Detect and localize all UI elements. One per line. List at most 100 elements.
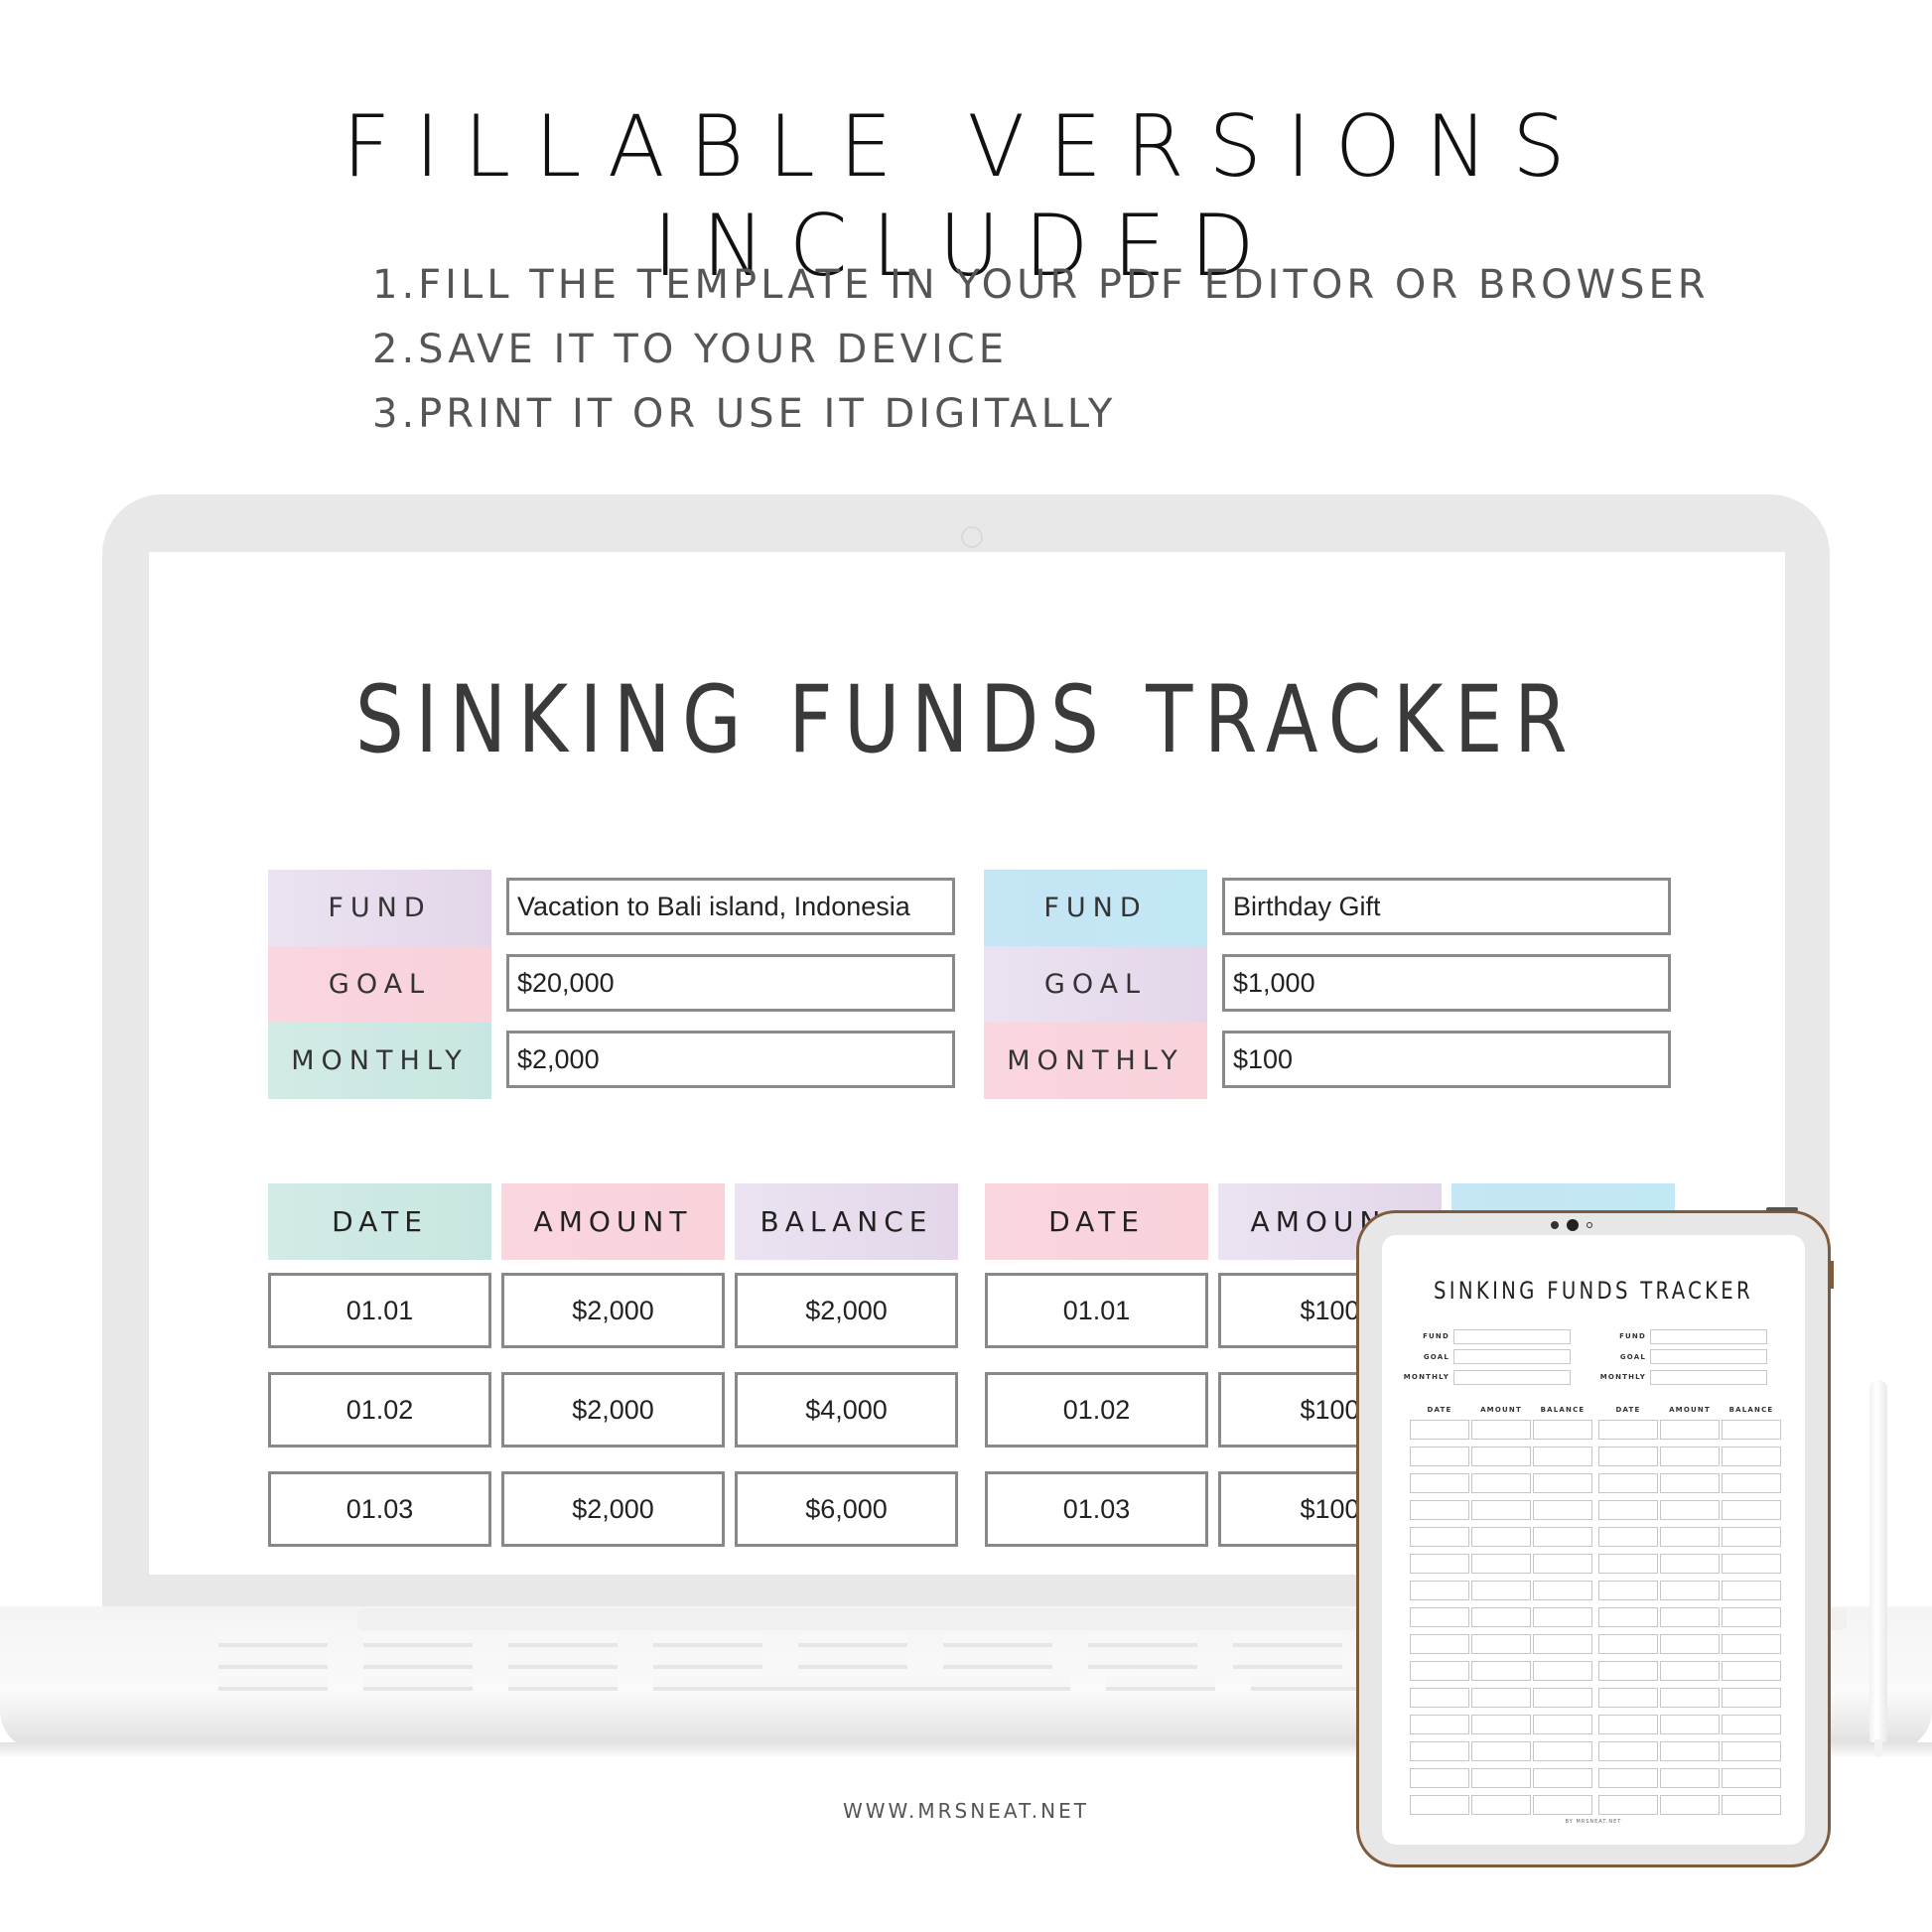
date-field[interactable]: [1598, 1473, 1658, 1493]
balance-field[interactable]: [1722, 1607, 1781, 1627]
date-field[interactable]: [1598, 1688, 1658, 1708]
date-field[interactable]: [1598, 1607, 1658, 1627]
date-field[interactable]: [1598, 1741, 1658, 1761]
balance-field[interactable]: [1722, 1447, 1781, 1466]
fund-1-name-field[interactable]: Vacation to Bali island, Indonesia: [506, 878, 955, 935]
amount-field[interactable]: [1660, 1768, 1720, 1788]
amount-field[interactable]: [1660, 1688, 1720, 1708]
date-field[interactable]: [1410, 1527, 1469, 1547]
amount-field[interactable]: [1660, 1581, 1720, 1600]
balance-field[interactable]: [1722, 1554, 1781, 1574]
date-field[interactable]: 01.01: [985, 1273, 1208, 1348]
balance-field[interactable]: [1533, 1581, 1592, 1600]
amount-field[interactable]: [1471, 1715, 1531, 1734]
footer-website-link[interactable]: WWW.MRSNEAT.NET: [0, 1799, 1932, 1823]
date-field[interactable]: [1598, 1447, 1658, 1466]
balance-field[interactable]: [1533, 1420, 1592, 1440]
amount-field[interactable]: [1660, 1715, 1720, 1734]
amount-field[interactable]: [1660, 1607, 1720, 1627]
fund-1-goal-field[interactable]: $20,000: [506, 954, 955, 1012]
balance-field[interactable]: [1533, 1715, 1592, 1734]
amount-field[interactable]: [1471, 1688, 1531, 1708]
amount-field[interactable]: [1660, 1554, 1720, 1574]
balance-field[interactable]: [1722, 1581, 1781, 1600]
balance-field[interactable]: $4,000: [735, 1372, 958, 1448]
tablet-fund-2-goal-field[interactable]: [1650, 1349, 1767, 1364]
date-field[interactable]: 01.01: [268, 1273, 491, 1348]
balance-field[interactable]: [1722, 1527, 1781, 1547]
date-field[interactable]: [1410, 1661, 1469, 1681]
balance-field[interactable]: [1722, 1473, 1781, 1493]
balance-field[interactable]: [1533, 1634, 1592, 1654]
balance-field[interactable]: [1722, 1420, 1781, 1440]
amount-field[interactable]: [1471, 1581, 1531, 1600]
date-field[interactable]: [1410, 1634, 1469, 1654]
date-field[interactable]: [1410, 1447, 1469, 1466]
amount-field[interactable]: [1471, 1473, 1531, 1493]
amount-field[interactable]: [1660, 1500, 1720, 1520]
amount-field[interactable]: [1471, 1420, 1531, 1440]
amount-field[interactable]: $2,000: [501, 1273, 725, 1348]
date-field[interactable]: 01.03: [268, 1471, 491, 1547]
amount-field[interactable]: [1471, 1741, 1531, 1761]
amount-field[interactable]: [1660, 1473, 1720, 1493]
amount-field[interactable]: [1660, 1741, 1720, 1761]
balance-field[interactable]: $6,000: [735, 1471, 958, 1547]
balance-field[interactable]: [1533, 1500, 1592, 1520]
amount-field[interactable]: [1471, 1447, 1531, 1466]
tablet-fund-2-monthly-field[interactable]: [1650, 1369, 1767, 1385]
date-field[interactable]: [1598, 1661, 1658, 1681]
date-field[interactable]: [1410, 1715, 1469, 1734]
balance-field[interactable]: [1722, 1661, 1781, 1681]
date-field[interactable]: [1598, 1420, 1658, 1440]
date-field[interactable]: [1410, 1500, 1469, 1520]
amount-field[interactable]: [1660, 1420, 1720, 1440]
date-field[interactable]: [1598, 1527, 1658, 1547]
amount-field[interactable]: [1471, 1768, 1531, 1788]
tablet-fund-1-goal-field[interactable]: [1453, 1349, 1571, 1364]
date-field[interactable]: 01.03: [985, 1471, 1208, 1547]
date-field[interactable]: [1410, 1473, 1469, 1493]
amount-field[interactable]: [1660, 1661, 1720, 1681]
date-field[interactable]: [1410, 1607, 1469, 1627]
balance-field[interactable]: [1722, 1500, 1781, 1520]
date-field[interactable]: [1598, 1715, 1658, 1734]
balance-field[interactable]: [1722, 1634, 1781, 1654]
date-field[interactable]: 01.02: [268, 1372, 491, 1448]
date-field[interactable]: [1410, 1688, 1469, 1708]
amount-field[interactable]: $2,000: [501, 1471, 725, 1547]
balance-field[interactable]: $2,000: [735, 1273, 958, 1348]
fund-2-monthly-field[interactable]: $100: [1222, 1031, 1671, 1088]
date-field[interactable]: [1598, 1634, 1658, 1654]
balance-field[interactable]: [1722, 1768, 1781, 1788]
balance-field[interactable]: [1533, 1527, 1592, 1547]
amount-field[interactable]: [1471, 1527, 1531, 1547]
amount-field[interactable]: [1471, 1607, 1531, 1627]
date-field[interactable]: [1410, 1581, 1469, 1600]
fund-1-monthly-field[interactable]: $2,000: [506, 1031, 955, 1088]
balance-field[interactable]: [1533, 1661, 1592, 1681]
amount-field[interactable]: [1660, 1447, 1720, 1466]
balance-field[interactable]: [1533, 1741, 1592, 1761]
amount-field[interactable]: $2,000: [501, 1372, 725, 1448]
amount-field[interactable]: [1471, 1554, 1531, 1574]
date-field[interactable]: [1598, 1768, 1658, 1788]
amount-field[interactable]: [1471, 1661, 1531, 1681]
date-field[interactable]: [1410, 1741, 1469, 1761]
balance-field[interactable]: [1722, 1715, 1781, 1734]
balance-field[interactable]: [1722, 1688, 1781, 1708]
tablet-fund-1-name-field[interactable]: [1453, 1328, 1571, 1344]
tablet-fund-1-monthly-field[interactable]: [1453, 1369, 1571, 1385]
balance-field[interactable]: [1533, 1768, 1592, 1788]
date-field[interactable]: [1410, 1420, 1469, 1440]
date-field[interactable]: [1598, 1581, 1658, 1600]
amount-field[interactable]: [1471, 1634, 1531, 1654]
tablet-fund-2-name-field[interactable]: [1650, 1328, 1767, 1344]
date-field[interactable]: [1410, 1768, 1469, 1788]
amount-field[interactable]: [1660, 1634, 1720, 1654]
date-field[interactable]: 01.02: [985, 1372, 1208, 1448]
balance-field[interactable]: [1533, 1607, 1592, 1627]
fund-2-goal-field[interactable]: $1,000: [1222, 954, 1671, 1012]
amount-field[interactable]: [1660, 1527, 1720, 1547]
date-field[interactable]: [1410, 1554, 1469, 1574]
